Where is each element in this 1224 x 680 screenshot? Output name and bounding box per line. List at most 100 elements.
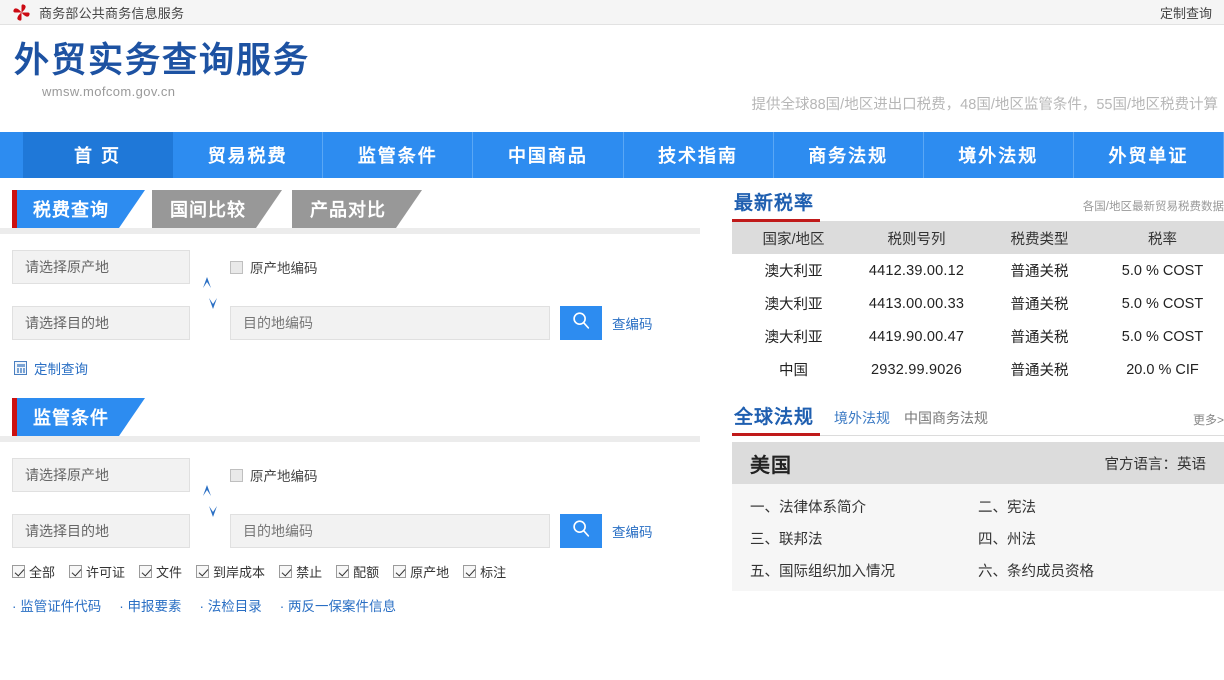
destination-code-input[interactable]: 目的地编码 — [230, 306, 550, 340]
checkbox-box[interactable] — [69, 565, 83, 578]
nav-item-regulatory-conditions[interactable]: 监管条件 — [323, 132, 474, 178]
checkbox-label: 全部 — [29, 565, 56, 580]
custom-query-link[interactable]: 定制查询 — [14, 358, 716, 378]
cell-tariff-code: 2932.99.9026 — [870, 361, 963, 378]
nav-item-business-regulations[interactable]: 商务法规 — [774, 132, 924, 178]
checkbox-labeling[interactable]: 标注 — [463, 562, 506, 581]
table-row[interactable]: 澳大利亚 4412.39.00.12 普通关税 5.0 % COST — [732, 254, 1224, 287]
subtab-overseas-regulations[interactable]: 境外法规 — [834, 408, 890, 432]
regulation-filter-checkboxes: 全部 许可证 文件 到岸成本 禁止 配额 原产地 标注 — [12, 562, 716, 581]
cell-country: 澳大利亚 — [764, 264, 823, 280]
table-row[interactable]: 中国 2932.99.9026 普通关税 20.0 % CIF — [732, 353, 1224, 386]
checkbox-label: 标注 — [480, 565, 507, 580]
topbar-custom-query-link[interactable]: 定制查询 — [1160, 3, 1212, 22]
checkbox-box[interactable] — [393, 565, 407, 578]
col-tariff-code: 税则号列 — [855, 222, 978, 254]
global-laws-card: 美国 官方语言：英语 一、法律体系简介 二、宪法 三、联邦法 四、州法 五、国际… — [732, 442, 1224, 591]
latest-rates-title[interactable]: 最新税率 — [732, 188, 821, 222]
custom-query-link-label: 定制查询 — [34, 362, 88, 377]
site-url: wmsw.mofcom.gov.cn — [42, 83, 176, 99]
checkbox-box[interactable] — [196, 565, 210, 578]
nav-item-technical-guide[interactable]: 技术指南 — [624, 132, 774, 178]
checkbox-label: 文件 — [156, 565, 183, 580]
tab-regulatory-conditions[interactable]: 监管条件 — [12, 398, 145, 436]
list-item[interactable]: 五、国际组织加入情况 — [750, 560, 978, 581]
list-item[interactable]: 六、条约成员资格 — [978, 560, 1206, 581]
table-row[interactable]: 澳大利亚 4413.00.00.33 普通关税 5.0 % COST — [732, 287, 1224, 320]
regulation-origin-code-checkbox-row[interactable]: 原产地编码 — [230, 458, 653, 492]
swap-vertical-icon — [199, 484, 221, 523]
checkbox-all[interactable]: 全部 — [12, 562, 55, 581]
checkbox-document[interactable]: 文件 — [139, 562, 182, 581]
destination-select[interactable]: 请选择目的地 — [12, 306, 190, 340]
origin-code-label: 原产地编码 — [250, 261, 318, 276]
link-trade-remedy-cases[interactable]: 两反一保案件信息 — [280, 595, 396, 615]
swap-origin-destination-button[interactable] — [192, 276, 228, 315]
nav-item-trade-tax[interactable]: 贸易税费 — [173, 132, 324, 178]
link-regulatory-document-codes[interactable]: 监管证件代码 — [12, 595, 101, 615]
checkbox-box[interactable] — [139, 565, 153, 578]
regulation-query-codes: 原产地编码 目的地编码 查编码 — [230, 458, 653, 548]
law-country-name: 美国 — [750, 454, 792, 477]
checkbox-box[interactable] — [279, 565, 293, 578]
tab-country-compare[interactable]: 国间比较 — [152, 190, 282, 228]
list-item[interactable]: 一、法律体系简介 — [750, 496, 978, 517]
origin-code-checkbox-row[interactable]: 原产地编码 — [230, 250, 653, 284]
checkbox-box[interactable] — [463, 565, 477, 578]
regulation-code-lookup-link[interactable]: 查编码 — [612, 521, 653, 541]
regulation-search-button[interactable] — [560, 514, 602, 548]
topbar-title: 商务部公共商务信息服务 — [39, 5, 185, 21]
regulation-origin-select[interactable]: 请选择原产地 — [12, 458, 190, 492]
regulation-origin-code-checkbox[interactable] — [230, 468, 243, 482]
tax-code-lookup-link[interactable]: 查编码 — [612, 313, 653, 333]
origin-code-checkbox[interactable] — [230, 260, 243, 274]
checkbox-box[interactable] — [12, 565, 25, 578]
link-inspection-catalog[interactable]: 法检目录 — [200, 595, 262, 615]
nav-item-home[interactable]: 首 页 — [23, 132, 174, 178]
top-utility-bar: 商务部公共商务信息服务 定制查询 — [0, 0, 1224, 25]
checkbox-label: 原产地 — [410, 565, 450, 580]
regulation-query-form: 请选择原产地 请选择目的地 原产地编码 目的地编码 查编码 — [0, 442, 716, 548]
list-item[interactable]: 二、宪法 — [978, 496, 1206, 517]
subtab-china-business-regulations[interactable]: 中国商务法规 — [904, 408, 988, 432]
regulation-swap-button[interactable] — [192, 484, 228, 523]
nav-item-trade-documents[interactable]: 外贸单证 — [1074, 132, 1224, 178]
mofcom-pinwheel-logo — [12, 3, 31, 22]
link-declaration-elements[interactable]: 申报要素 — [119, 595, 182, 615]
table-row[interactable]: 澳大利亚 4419.90.00.47 普通关税 5.0 % COST — [732, 320, 1224, 353]
list-item[interactable]: 三、联邦法 — [750, 528, 978, 549]
checkbox-label: 禁止 — [296, 565, 323, 580]
query-tabstrip: 产品对比 国间比较 税费查询 — [0, 190, 716, 234]
checkbox-license[interactable]: 许可证 — [69, 562, 125, 581]
tab-tax-query[interactable]: 税费查询 — [12, 190, 145, 228]
tab-product-compare[interactable]: 产品对比 — [292, 190, 422, 228]
regulation-destination-select[interactable]: 请选择目的地 — [12, 514, 190, 548]
masthead: 外贸实务查询服务 wmsw.mofcom.gov.cn 提供全球88国/地区进出… — [0, 25, 1224, 132]
regulation-query-selects: 请选择原产地 请选择目的地 — [12, 458, 190, 548]
list-item[interactable]: 四、州法 — [978, 528, 1206, 549]
checkbox-box[interactable] — [336, 565, 350, 578]
tax-query-form: 请选择原产地 请选择目的地 原产地编码 目的地编码 查编码 — [0, 234, 716, 340]
origin-select[interactable]: 请选择原产地 — [12, 250, 190, 284]
law-official-language: 官方语言：英语 — [1104, 456, 1207, 473]
cell-tax-type: 普通关税 — [1010, 297, 1069, 313]
checkbox-prohibited[interactable]: 禁止 — [279, 562, 322, 581]
regulation-query-row: 请选择原产地 请选择目的地 原产地编码 目的地编码 查编码 — [12, 458, 716, 548]
checkbox-label: 到岸成本 — [213, 565, 266, 580]
cell-country: 中国 — [779, 363, 808, 379]
cell-rate: 20.0 % CIF — [1126, 361, 1199, 378]
nav-item-overseas-regulations[interactable]: 境外法规 — [924, 132, 1074, 178]
tax-search-button[interactable] — [560, 306, 602, 340]
checkbox-origin[interactable]: 原产地 — [393, 562, 449, 581]
nav-item-china-goods[interactable]: 中国商品 — [473, 132, 624, 178]
global-laws-title[interactable]: 全球法规 — [732, 402, 821, 436]
masthead-slogan: 提供全球88国/地区进出口税费，48国/地区监管条件，55国/地区税费计算 — [751, 97, 1218, 113]
latest-rates-note: 各国/地区最新贸易税费数据 — [1082, 201, 1224, 213]
right-column: 最新税率 各国/地区最新贸易税费数据 国家/地区 税则号列 税费类型 税率 澳大… — [716, 178, 1224, 673]
checkbox-landed-cost[interactable]: 到岸成本 — [196, 562, 265, 581]
checkbox-label: 许可证 — [86, 565, 126, 580]
regulation-destination-code-input[interactable]: 目的地编码 — [230, 514, 550, 548]
cell-rate: 5.0 % COST — [1121, 295, 1204, 312]
checkbox-quota[interactable]: 配额 — [336, 562, 379, 581]
global-laws-more-link[interactable]: 更多> — [1193, 411, 1224, 432]
